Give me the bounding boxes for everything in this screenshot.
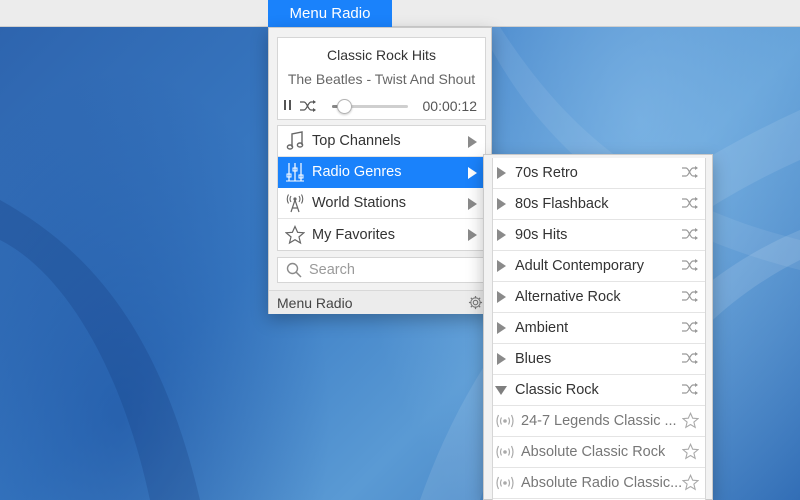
- progress-knob[interactable]: [337, 99, 352, 114]
- radio-wave-icon: [495, 413, 515, 429]
- current-track: The Beatles - Twist And Shout: [287, 71, 476, 87]
- antenna-icon: [284, 192, 306, 214]
- menu-items: Top Channels Radio Genres World Stations…: [277, 125, 486, 251]
- expand-arrow-icon: [497, 198, 506, 210]
- submenu-arrow-icon: [468, 136, 477, 148]
- genre-label: Blues: [515, 351, 552, 367]
- footer-label: Menu Radio: [277, 295, 353, 311]
- shuffle-icon[interactable]: [681, 197, 699, 209]
- shuffle-icon[interactable]: [681, 352, 699, 364]
- menu-item-my-favorites[interactable]: My Favorites: [278, 219, 485, 250]
- station-label: 24-7 Legends Classic ...: [521, 413, 677, 429]
- shuffle-icon[interactable]: [681, 259, 699, 271]
- favorite-star-icon[interactable]: [682, 443, 699, 460]
- submenu-arrow-icon: [468, 198, 477, 210]
- submenu-arrow-icon: [468, 229, 477, 241]
- menu-item-world-stations[interactable]: World Stations: [278, 188, 485, 219]
- genre-item[interactable]: 70s Retro: [493, 158, 705, 189]
- genre-label: Alternative Rock: [515, 289, 621, 305]
- genre-item[interactable]: Alternative Rock: [493, 282, 705, 313]
- pause-icon: [284, 97, 294, 115]
- menu-footer: Menu Radio: [269, 290, 491, 314]
- radio-wave-icon: [495, 475, 515, 491]
- radio-wave-icon: [495, 444, 515, 460]
- genre-label: Adult Contemporary: [515, 258, 644, 274]
- shuffle-icon[interactable]: [681, 228, 699, 240]
- now-playing-panel: Classic Rock Hits The Beatles - Twist An…: [277, 37, 486, 120]
- progress-slider[interactable]: [332, 99, 408, 114]
- expand-arrow-icon: [497, 260, 506, 272]
- menu-item-label: Top Channels: [312, 133, 401, 149]
- genre-item[interactable]: Adult Contemporary: [493, 251, 705, 282]
- genre-item[interactable]: Ambient: [493, 313, 705, 344]
- expand-arrow-icon: [497, 353, 506, 365]
- menu-item-top-channels[interactable]: Top Channels: [278, 126, 485, 157]
- station-item[interactable]: Absolute Radio Classic...: [493, 468, 705, 499]
- genre-label: 90s Hits: [515, 227, 568, 243]
- station-label: Absolute Radio Classic...: [521, 475, 683, 491]
- expand-arrow-icon: [497, 291, 506, 303]
- shuffle-icon[interactable]: [681, 383, 699, 395]
- collapse-arrow-icon: [495, 385, 507, 395]
- genre-item-expanded[interactable]: Classic Rock: [493, 375, 705, 406]
- menubar-app-item[interactable]: Menu Radio: [268, 0, 392, 27]
- search-input[interactable]: [309, 262, 469, 278]
- search-field[interactable]: [277, 257, 486, 283]
- shuffle-icon[interactable]: [681, 321, 699, 333]
- expand-arrow-icon: [497, 229, 506, 241]
- genre-item[interactable]: 90s Hits: [493, 220, 705, 251]
- elapsed-time: 00:00:12: [422, 98, 478, 114]
- equalizer-icon: [284, 161, 306, 183]
- genre-label: Classic Rock: [515, 382, 599, 398]
- menu-item-radio-genres[interactable]: Radio Genres: [278, 157, 485, 188]
- menu-item-label: World Stations: [312, 195, 407, 211]
- search-icon: [286, 262, 302, 278]
- main-menu: Classic Rock Hits The Beatles - Twist An…: [268, 27, 492, 314]
- expand-arrow-icon: [497, 322, 506, 334]
- genre-item[interactable]: 80s Flashback: [493, 189, 705, 220]
- genres-submenu: 70s Retro 80s Flashback 90s Hits Adult C…: [483, 154, 713, 500]
- music-note-icon: [284, 130, 306, 152]
- genre-label: 80s Flashback: [515, 196, 609, 212]
- genre-label: Ambient: [515, 320, 569, 336]
- station-label: Absolute Classic Rock: [521, 444, 666, 460]
- submenu-arrow-icon: [468, 167, 477, 179]
- shuffle-icon[interactable]: [681, 166, 699, 178]
- menu-item-label: My Favorites: [312, 226, 395, 243]
- pause-button[interactable]: [284, 97, 296, 115]
- shuffle-icon: [300, 100, 316, 112]
- favorite-star-icon[interactable]: [682, 474, 699, 491]
- shuffle-icon[interactable]: [681, 290, 699, 302]
- gear-icon[interactable]: [468, 295, 483, 315]
- menu-item-label: Radio Genres: [312, 164, 402, 180]
- shuffle-button[interactable]: [299, 97, 319, 115]
- genre-label: 70s Retro: [515, 165, 578, 181]
- station-item[interactable]: 24-7 Legends Classic ...: [493, 406, 705, 437]
- genres-list: 70s Retro 80s Flashback 90s Hits Adult C…: [492, 158, 706, 500]
- star-icon: [284, 224, 306, 246]
- genre-item[interactable]: Blues: [493, 344, 705, 375]
- favorite-star-icon[interactable]: [682, 412, 699, 429]
- expand-arrow-icon: [497, 167, 506, 179]
- current-station: Classic Rock Hits: [327, 47, 436, 63]
- menu-bar: Menu Radio: [0, 0, 800, 27]
- station-item[interactable]: Absolute Classic Rock: [493, 437, 705, 468]
